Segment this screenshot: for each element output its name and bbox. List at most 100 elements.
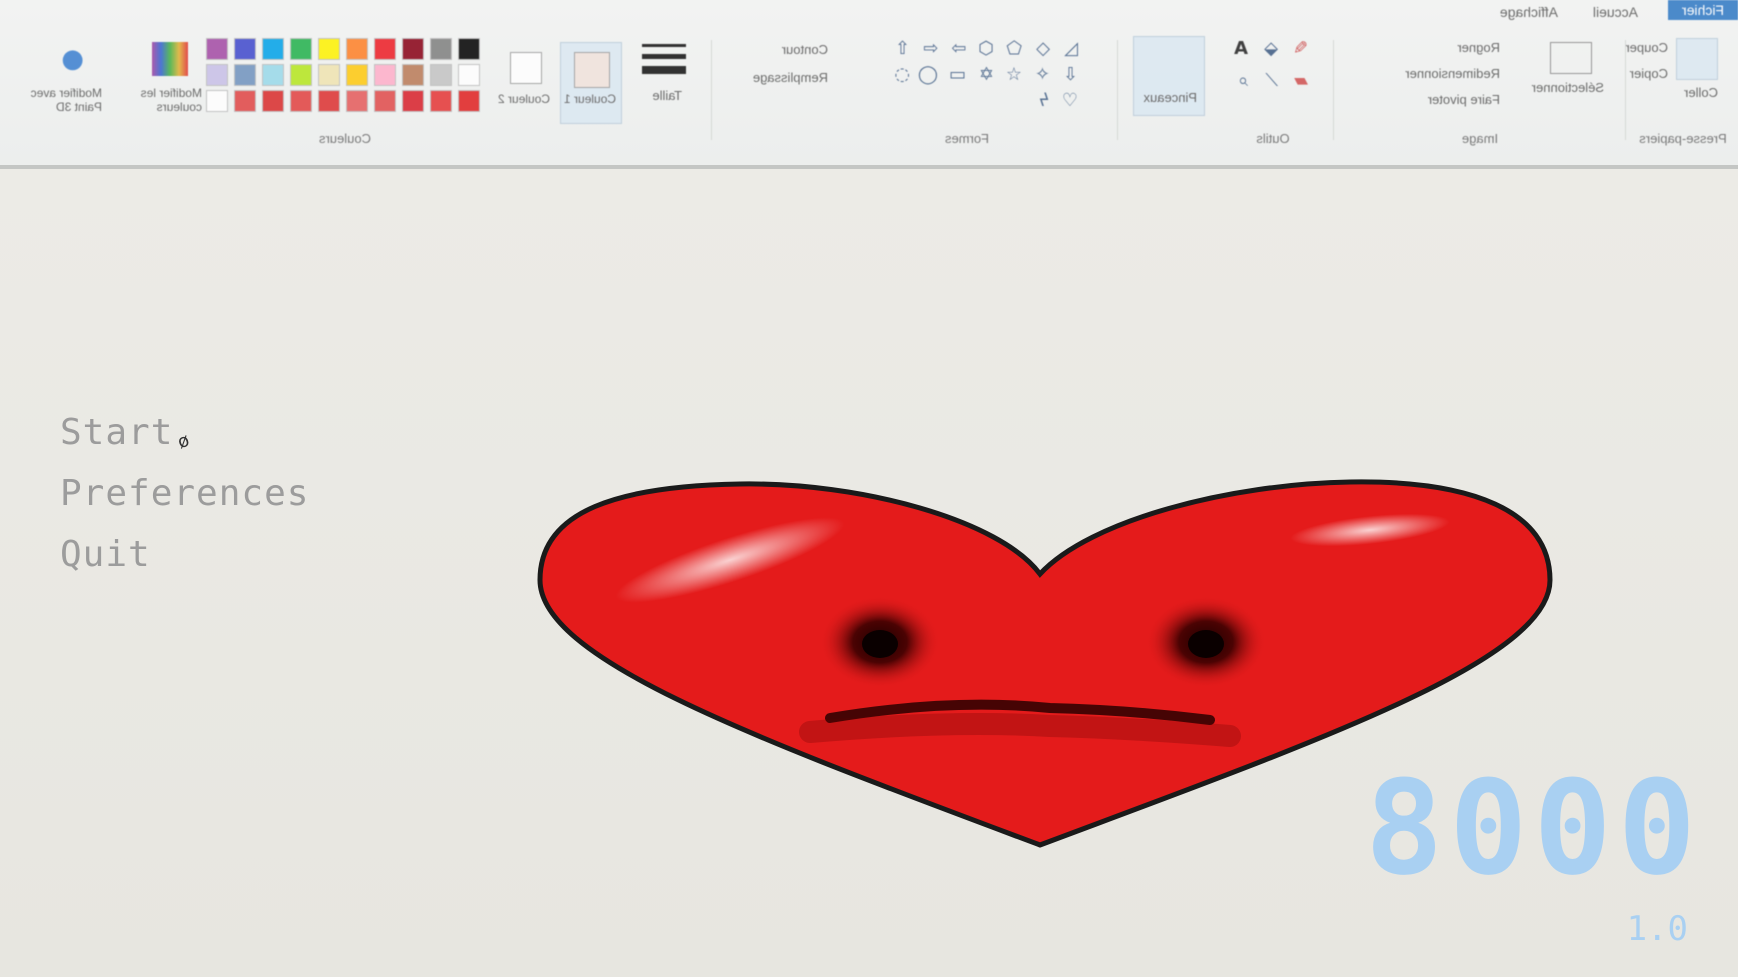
shapes-group-label: Formes <box>944 131 990 146</box>
color-swatch[interactable] <box>430 90 452 112</box>
preferences-button[interactable]: Preferences <box>60 473 309 514</box>
lightning-icon[interactable]: ϟ <box>1038 90 1050 111</box>
color-swatch[interactable] <box>290 64 312 86</box>
heart-left-pupil <box>862 630 898 658</box>
edit-colors-button[interactable]: Modifier les couleurs <box>122 86 202 114</box>
color-swatch[interactable] <box>430 38 452 60</box>
divider <box>1333 40 1334 140</box>
color-swatch[interactable] <box>458 90 480 112</box>
color-swatch[interactable] <box>234 38 256 60</box>
color-swatch[interactable] <box>346 64 368 86</box>
rotate-button[interactable]: Faire pivoter <box>1428 92 1500 107</box>
callout-oval-icon[interactable]: ◯ <box>918 64 938 85</box>
color-swatch[interactable] <box>206 64 228 86</box>
clipboard-group-label: Presse-papiers <box>1639 131 1727 146</box>
arrow-up-icon[interactable]: ⇧ <box>895 38 910 59</box>
version-label: 1.0 <box>1626 909 1688 949</box>
edit-colors-icon <box>152 42 188 76</box>
arrow-down-icon[interactable]: ⇩ <box>1063 64 1078 85</box>
arrow-right-icon[interactable]: ⇨ <box>951 38 966 59</box>
color-swatch[interactable] <box>318 38 340 60</box>
arrow-left-icon[interactable]: ⇦ <box>923 38 938 59</box>
group-edit: Modifier les couleurs ● Modifier avec Pa… <box>2 30 202 150</box>
color-swatch[interactable] <box>234 90 256 112</box>
divider <box>711 40 712 140</box>
color-swatch[interactable] <box>346 90 368 112</box>
color-swatch[interactable] <box>262 38 284 60</box>
magnifier-icon[interactable]: ⌕ <box>1238 70 1248 91</box>
color2-swatch[interactable] <box>510 52 542 84</box>
tab-view[interactable]: Affichage <box>1500 4 1558 20</box>
cut-button[interactable]: Couper <box>1625 40 1668 55</box>
callout-rect-icon[interactable]: ▭ <box>949 64 966 85</box>
heart-mouth-shadow <box>799 713 1241 747</box>
color-swatch[interactable] <box>262 64 284 86</box>
colors-group-label: Couleurs <box>318 131 372 146</box>
divider <box>1117 40 1118 140</box>
color-swatch[interactable] <box>206 38 228 60</box>
tab-file[interactable]: Fichier <box>1667 0 1738 20</box>
group-brushes: Pinceaux <box>1123 30 1213 150</box>
color-swatch[interactable] <box>346 38 368 60</box>
group-color1: Couleur 1 <box>558 30 622 150</box>
color-swatch[interactable] <box>458 38 480 60</box>
color-swatch[interactable] <box>374 90 396 112</box>
resize-button[interactable]: Redimensionner <box>1405 66 1500 81</box>
divider <box>1625 40 1626 140</box>
color-swatch[interactable] <box>402 38 424 60</box>
callout-cloud-icon[interactable]: ◌ <box>894 64 910 85</box>
diamond-icon[interactable]: ◇ <box>1036 38 1050 59</box>
color-swatch[interactable] <box>262 90 284 112</box>
brushes-label: Pinceaux <box>1143 90 1197 105</box>
size-line-mid <box>642 54 686 59</box>
color-swatch[interactable] <box>374 38 396 60</box>
select-button[interactable]: Sélectionner <box>1532 80 1604 95</box>
ribbon-content: Fichier Accueil Affichage Coller Couper … <box>0 0 1738 165</box>
color-swatch[interactable] <box>234 64 256 86</box>
paste-button[interactable] <box>1676 38 1718 80</box>
heart-right-pupil <box>1188 630 1224 658</box>
group-shape-options: Contour Remplissage <box>718 30 838 150</box>
tab-home[interactable]: Accueil <box>1593 4 1638 20</box>
eraser-icon[interactable]: ▰ <box>1294 70 1308 91</box>
group-tools: ✎ ⬙ A ▰ ⟋ ⌕ Outils <box>1218 30 1328 150</box>
color-swatch[interactable] <box>374 64 396 86</box>
color-swatch[interactable] <box>458 64 480 86</box>
image-group-label: Image <box>1461 131 1499 146</box>
text-icon[interactable]: A <box>1234 38 1248 59</box>
paint3d-icon: ● <box>61 44 84 74</box>
size-line-thick <box>642 66 686 74</box>
color-swatch[interactable] <box>430 64 452 86</box>
color-swatch[interactable] <box>290 90 312 112</box>
star5-icon[interactable]: ☆ <box>1006 64 1022 85</box>
triangle-icon[interactable]: ◺ <box>1064 38 1078 59</box>
group-size: Taille <box>626 30 706 150</box>
start-button[interactable]: Start <box>60 412 173 453</box>
pencil-icon[interactable]: ✎ <box>1293 38 1308 59</box>
heart-shape-icon[interactable]: ♡ <box>1062 90 1078 111</box>
fill-button[interactable]: Remplissage <box>753 70 828 85</box>
color-swatch[interactable] <box>290 38 312 60</box>
hexagon-icon[interactable]: ⬡ <box>978 38 994 59</box>
group-color2: Couleur 2 <box>494 30 554 150</box>
paint3d-button[interactable]: Modifier avec Paint 3D <box>12 86 102 114</box>
paint-ribbon-mirrored: Fichier Accueil Affichage Coller Couper … <box>0 0 1738 169</box>
color-swatch[interactable] <box>318 90 340 112</box>
star6-icon[interactable]: ✡ <box>979 64 994 85</box>
star4-icon[interactable]: ✧ <box>1035 64 1050 85</box>
color-swatch[interactable] <box>318 64 340 86</box>
color-swatch[interactable] <box>402 90 424 112</box>
mouse-cursor-icon: ø <box>174 429 193 454</box>
quit-button[interactable]: Quit <box>60 534 151 575</box>
group-image: Sélectionner Rogner Redimensionner Faire… <box>1340 30 1620 150</box>
color-picker-icon[interactable]: ⟋ <box>1265 70 1278 91</box>
color-swatch[interactable] <box>206 90 228 112</box>
color-swatch[interactable] <box>402 64 424 86</box>
pentagon-icon[interactable]: ⬠ <box>1006 38 1022 59</box>
color2-label: Couleur 2 <box>497 92 550 106</box>
fill-icon[interactable]: ⬙ <box>1264 38 1278 59</box>
outline-button[interactable]: Contour <box>782 42 828 57</box>
copy-button[interactable]: Copier <box>1630 66 1668 81</box>
size-button[interactable]: Taille <box>652 88 682 103</box>
crop-button[interactable]: Rogner <box>1457 40 1500 55</box>
